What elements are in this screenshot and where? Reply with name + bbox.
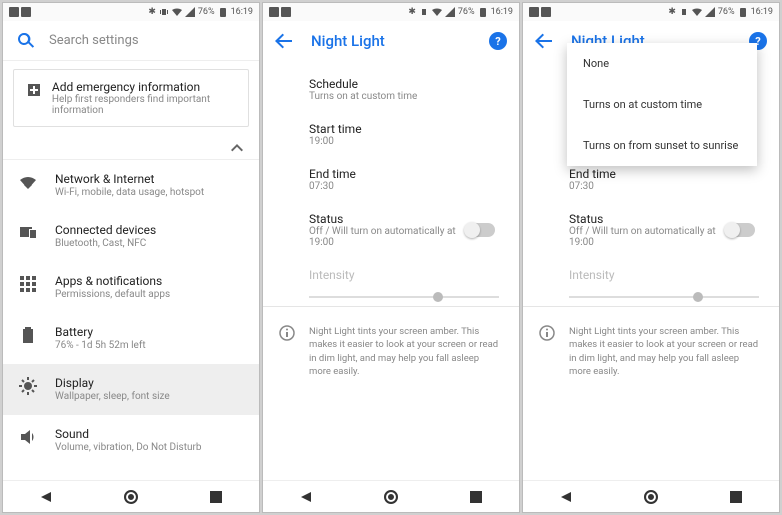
status-switch[interactable] [725,223,755,237]
wifi-icon [432,7,442,17]
back-icon[interactable] [535,32,553,50]
page-title: Night Light [311,32,471,50]
vibrate-icon [419,7,429,17]
chevron-up-icon [229,139,245,155]
battery-icon [738,7,748,17]
settings-list: Network & InternetWi-Fi, mobile, data us… [3,160,259,480]
settings-item-display[interactable]: DisplayWallpaper, sleep, font size [3,364,259,415]
intensity-row: Intensity [523,258,779,292]
photo-icon [21,7,31,17]
wifi-icon [19,173,37,191]
search-placeholder: Search settings [49,33,139,48]
help-icon[interactable]: ? [489,32,507,50]
settings-item-sound[interactable]: SoundVolume, vibration, Do Not Disturb [3,415,259,466]
back-nav-icon[interactable] [299,490,313,504]
status-row[interactable]: Status Off / Will turn on automatically … [523,202,779,258]
info-icon [279,325,295,341]
status-bar: ✱ 76% 16:19 [523,3,779,21]
back-nav-icon[interactable] [559,490,573,504]
sound-icon [19,428,37,446]
home-nav-icon[interactable] [384,490,398,504]
battery-icon [478,7,488,17]
emergency-title: Add emergency information [52,80,236,94]
battery-icon [19,326,37,344]
back-icon[interactable] [275,32,293,50]
home-nav-icon[interactable] [124,490,138,504]
photo-icon [281,7,291,17]
dropdown-item-custom[interactable]: Turns on at custom time [567,84,757,125]
nightlight-dropdown-screen: ✱ 76% 16:19 Night Light ? None Turns on … [522,2,780,513]
intensity-slider[interactable] [309,296,499,298]
content: Schedule Turns on at custom time Start t… [263,61,519,480]
dropdown-item-none[interactable]: None [567,43,757,84]
plus-icon [26,82,40,98]
settings-item-apps[interactable]: Apps & notificationsPermissions, default… [3,262,259,313]
photo-icon [541,7,551,17]
schedule-dropdown: None Turns on at custom time Turns on fr… [567,43,757,166]
battery-icon [218,7,228,17]
back-nav-icon[interactable] [39,490,53,504]
wifi-icon [692,7,702,17]
nav-bar [263,480,519,512]
intensity-row: Intensity [263,258,519,292]
recent-nav-icon[interactable] [209,490,223,504]
recent-nav-icon[interactable] [469,490,483,504]
wifi-icon [172,7,182,17]
settings-item-connected[interactable]: Connected devicesBluetooth, Cast, NFC [3,211,259,262]
status-bar: ✱ 76% 16:19 [3,3,259,21]
signal-icon [185,7,195,17]
info-block: Night Light tints your screen amber. Thi… [263,313,519,390]
divider [523,306,779,307]
info-icon [539,325,555,341]
photo-icon [529,7,539,17]
divider [263,306,519,307]
recent-nav-icon[interactable] [729,490,743,504]
settings-item-battery[interactable]: Battery76% - 1d 5h 52m left [3,313,259,364]
start-time-row[interactable]: Start time 19:00 [263,112,519,157]
emergency-sub: Help first responders find important inf… [52,94,236,116]
settings-item-network[interactable]: Network & InternetWi-Fi, mobile, data us… [3,160,259,211]
status-switch[interactable] [465,223,495,237]
nav-bar [523,480,779,512]
home-nav-icon[interactable] [644,490,658,504]
nightlight-screen: ✱ 76% 16:19 Night Light ? Schedule Turns… [262,2,520,513]
devices-icon [19,224,37,242]
vibrate-icon [159,7,169,17]
photo-icon [9,7,19,17]
schedule-row[interactable]: Schedule Turns on at custom time [263,67,519,112]
app-bar: Night Light ? [263,21,519,61]
apps-icon [19,275,37,293]
status-bar: ✱ 76% 16:19 [263,3,519,21]
status-row[interactable]: Status Off / Will turn on automatically … [263,202,519,258]
nav-bar [3,480,259,512]
search-bar[interactable]: Search settings [3,21,259,61]
intensity-slider[interactable] [569,296,759,298]
brightness-icon [19,377,37,395]
signal-icon [445,7,455,17]
signal-icon [705,7,715,17]
dropdown-item-sunset[interactable]: Turns on from sunset to sunrise [567,125,757,166]
search-icon [17,32,35,50]
photo-icon [269,7,279,17]
settings-screen: ✱ 76% 16:19 Search settings Add emergenc… [2,2,260,513]
collapse-row[interactable] [3,135,259,160]
emergency-card[interactable]: Add emergency information Help first res… [13,69,249,127]
end-time-row[interactable]: End time 07:30 [263,157,519,202]
vibrate-icon [679,7,689,17]
info-block: Night Light tints your screen amber. Thi… [523,313,779,390]
settings-item-storage[interactable]: Storage58% used - 26.89 GB free [3,466,259,480]
